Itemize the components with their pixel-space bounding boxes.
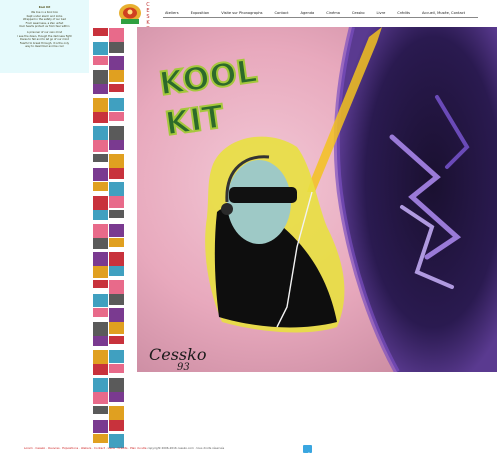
thumbnail-gallery [93,28,125,452]
thumbnail-link[interactable] [93,266,108,278]
thumbnail-link[interactable] [93,168,108,181]
nav-item[interactable]: Accueil, Musée, Contact [422,11,465,15]
svg-text:KIT: KIT [163,97,226,143]
thumbnail-link[interactable] [93,140,108,152]
thumbnail-link[interactable] [93,210,108,220]
thumbnail-link[interactable] [109,364,124,373]
thumbnail-link[interactable] [109,84,124,92]
twitter-icon[interactable] [303,445,312,458]
thumbnail-link[interactable] [109,126,124,140]
thumbnail-link[interactable] [109,28,124,43]
thumbnail-link[interactable] [93,70,108,84]
thumbnail-link[interactable] [109,252,124,266]
thumbnail-link[interactable] [93,406,108,414]
thumbnail-link[interactable] [109,210,124,218]
nav-item[interactable]: Ateliers [165,11,179,15]
thumbnail-link[interactable] [93,322,108,336]
nav-divider [163,17,478,18]
thumbnail-link[interactable] [93,196,108,210]
footer-links: Lorem · Cessko · Oeuvres · Expositions ·… [24,446,308,451]
svg-text:93: 93 [177,362,190,372]
thumbnail-link[interactable] [93,350,108,365]
nav-item[interactable]: Visite sur Phonographs [221,11,262,15]
nav-item[interactable]: Crédits [397,11,410,15]
thumbnail-link[interactable] [109,140,124,150]
thumbnail-link[interactable] [93,84,108,94]
thumbnail-link[interactable] [93,336,108,346]
thumbnail-link[interactable] [109,154,124,169]
site-logo[interactable] [117,3,143,25]
thumbnail-link[interactable] [93,420,108,433]
thumbnail-link[interactable] [109,420,124,431]
thumbnail-link[interactable] [109,294,124,305]
thumbnail-link[interactable] [109,350,124,363]
thumbnail-link[interactable] [109,168,124,179]
nav-item[interactable]: Contact [275,11,289,15]
thumbnail-link[interactable] [93,378,108,394]
thumbnail-link[interactable] [109,182,124,198]
thumbnail-link[interactable] [109,112,124,121]
thumbnail-link[interactable] [109,308,124,324]
thumbnail-link[interactable] [109,42,124,53]
footer-copyright: copyright 2006-2016 cessko.com · tous dr… [147,446,225,450]
thumbnail-link[interactable] [109,98,124,111]
thumbnail-link[interactable] [93,28,108,36]
thumbnail-link[interactable] [109,56,124,72]
thumbnail-link[interactable] [93,98,108,113]
thumbnail-link[interactable] [109,406,124,421]
nav-item[interactable]: Cessko [352,11,365,15]
thumbnail-link[interactable] [93,280,108,288]
thumbnail-link[interactable] [109,378,124,392]
nav-item[interactable]: Cinéma [326,11,340,15]
thumbnail-link[interactable] [93,182,108,191]
poem-panel: Kool Kit We live in a Kool box Kept unde… [0,0,89,73]
thumbnail-link[interactable] [93,126,108,142]
thumbnail-link[interactable] [109,336,124,344]
thumbnail-link[interactable] [93,364,108,375]
thumbnail-link[interactable] [109,280,124,295]
main-painting: KOOL KIT Cessko 93 [137,27,497,372]
thumbnail-link[interactable] [109,322,124,334]
thumbnail-link[interactable] [93,434,108,443]
thumbnail-link[interactable] [109,224,124,237]
thumbnail-link[interactable] [109,196,124,208]
thumbnail-link[interactable] [109,266,124,276]
thumbnail-link[interactable] [93,294,108,307]
thumbnail-link[interactable] [93,154,108,162]
poem-line: way to dwell Kool and be cool [25,45,64,49]
poem-title: Kool Kit [38,6,51,9]
thumbnail-link[interactable] [109,70,124,82]
footer-nav[interactable]: Lorem · Cessko · Oeuvres · Expositions ·… [24,446,146,450]
thumbnail-link[interactable] [109,238,124,247]
nav-item[interactable]: Agenda [301,11,315,15]
thumbnail-link[interactable] [93,112,108,123]
thumbnail-link[interactable] [93,42,108,55]
thumbnail-link[interactable] [93,238,108,249]
thumbnail-link[interactable] [93,252,108,268]
thumbnail-link[interactable] [93,224,108,239]
thumbnail-link[interactable] [93,308,108,317]
thumbnail-link[interactable] [109,392,124,402]
thumbnail-link[interactable] [93,56,108,65]
thumbnail-link[interactable] [93,392,108,404]
nav-item[interactable]: Livre [377,11,386,15]
top-nav: Ateliers Exposition Visite sur Phonograp… [165,11,477,15]
nav-item[interactable]: Exposition [191,11,210,15]
